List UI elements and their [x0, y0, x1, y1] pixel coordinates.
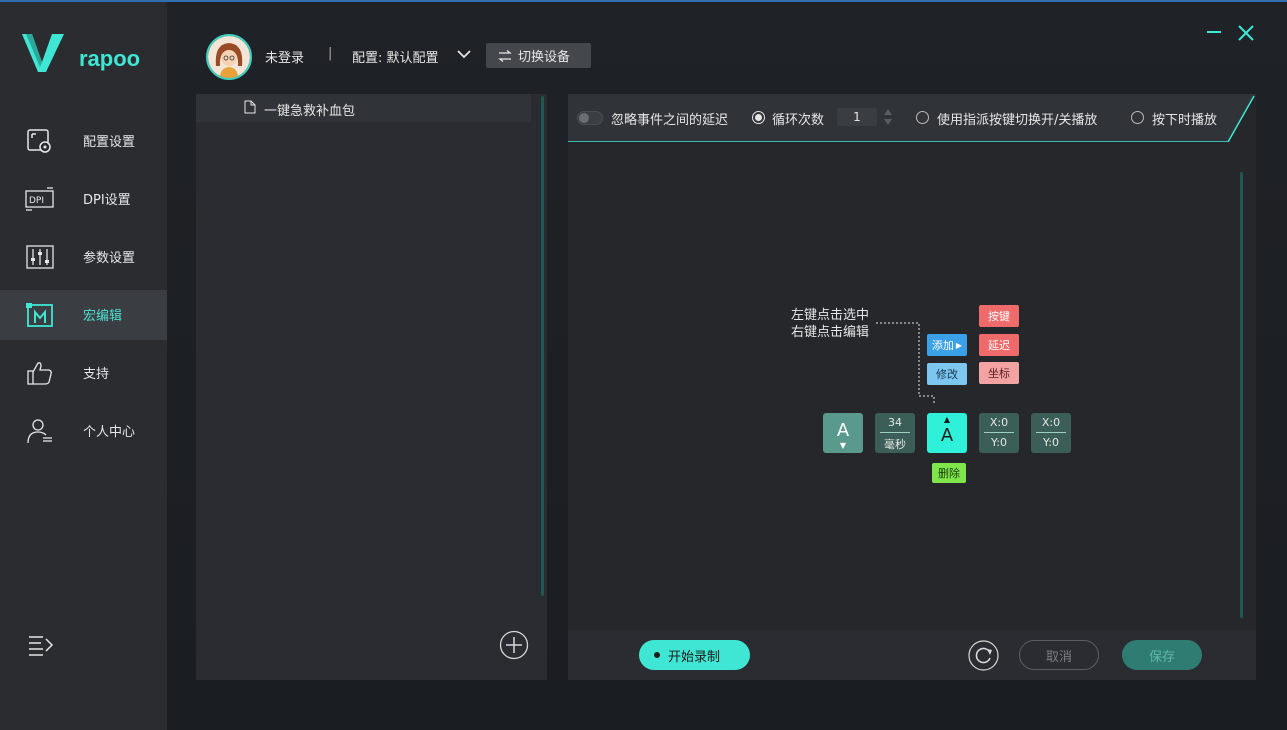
header-separator: | — [328, 46, 333, 61]
arrow-down-icon: ▼ — [839, 441, 847, 450]
add-menu-button[interactable]: 添加 ▶ — [927, 334, 967, 356]
list-scrollbar[interactable] — [541, 96, 544, 596]
config-icon — [27, 129, 51, 153]
dpi-icon-text: DPI — [29, 196, 44, 206]
macro-list-panel: 一键急救补血包 — [196, 94, 547, 680]
sidebar-item-support[interactable]: 支持 — [0, 348, 167, 398]
hint-line-1: 左键点击选中 — [791, 308, 870, 323]
app-window: rapoo 配置设置 DPI DPI设置 参数设置 宏编辑 支持 个人中心 未登… — [0, 0, 1287, 730]
press-play-radio[interactable] — [1131, 111, 1144, 124]
chevron-down-icon[interactable] — [456, 48, 472, 60]
sidebar-item-label: 宏编辑 — [83, 309, 123, 324]
coord-node[interactable]: X:0 Y:0 — [979, 413, 1019, 453]
switch-device-button[interactable]: 切换设备 — [486, 43, 591, 68]
delete-label: 删除 — [938, 467, 960, 480]
collapse-menu-icon[interactable] — [27, 632, 55, 658]
add-coord-label: 坐标 — [988, 367, 1010, 380]
sidebar-item-config[interactable]: 配置设置 — [0, 116, 167, 166]
sidebar-item-params[interactable]: 参数设置 — [0, 232, 167, 282]
key-down-node[interactable]: A ▼ — [823, 413, 863, 453]
hint-line-2: 右键点击编辑 — [791, 325, 870, 340]
switch-device-label: 切换设备 — [518, 50, 571, 65]
current-config-label[interactable]: 配置: 默认配置 — [352, 47, 439, 66]
macro-name: 一键急救补血包 — [264, 104, 356, 119]
sidebar-item-dpi[interactable]: DPI DPI设置 — [0, 174, 167, 224]
ignore-delay-toggle[interactable] — [577, 111, 603, 125]
sidebar-item-label: 配置设置 — [83, 135, 136, 150]
dpi-icon: DPI — [25, 187, 54, 211]
assign-toggle-label: 使用指派按键切换开/关播放 — [937, 113, 1098, 128]
avatar[interactable] — [206, 34, 252, 80]
canvas-hint: 左键点击选中 右键点击编辑 — [791, 307, 869, 341]
window-top-border — [0, 0, 1287, 2]
list-item[interactable]: 一键急救补血包 — [196, 94, 531, 122]
node-divider — [880, 432, 910, 433]
loop-count-stepper[interactable] — [883, 107, 893, 127]
avatar-image — [208, 36, 250, 78]
ignore-delay-label: 忽略事件之间的延迟 — [611, 113, 729, 128]
add-coord-button[interactable]: 坐标 — [979, 362, 1019, 384]
swap-icon — [498, 49, 512, 62]
add-key-button[interactable]: 按键 — [979, 305, 1019, 327]
key-up-node[interactable]: ▲ A — [927, 413, 967, 453]
refresh-icon[interactable] — [968, 640, 999, 671]
delay-unit: 毫秒 — [884, 438, 906, 451]
sidebar: rapoo 配置设置 DPI DPI设置 参数设置 宏编辑 支持 个人中心 — [0, 2, 167, 730]
user-name[interactable]: 未登录 — [265, 47, 304, 66]
thumbs-up-icon — [27, 362, 52, 385]
macro-editor: 忽略事件之间的延迟 循环次数 1 使用指派按键切换开/关播放 按下时播放 左键点… — [568, 94, 1256, 680]
record-dot-icon — [654, 652, 660, 658]
key-label: A — [940, 425, 954, 446]
coord-node[interactable]: X:0 Y:0 — [1031, 413, 1071, 453]
loop-count-radio[interactable] — [752, 111, 765, 124]
add-menu-label: 添加 — [931, 339, 954, 352]
caret-right-icon: ▶ — [955, 340, 963, 350]
save-label: 保存 — [1148, 649, 1175, 665]
add-delay-button[interactable]: 延迟 — [979, 334, 1019, 356]
rapoo-logo: rapoo — [22, 34, 140, 72]
start-record-button[interactable]: 开始录制 — [639, 640, 750, 670]
cancel-label: 取消 — [1045, 649, 1072, 665]
arrow-up-icon: ▲ — [943, 415, 951, 424]
macro-icon — [26, 303, 53, 327]
add-macro-icon[interactable] — [499, 630, 529, 660]
canvas-scrollbar[interactable] — [1240, 172, 1243, 618]
cancel-button[interactable]: 取消 — [1019, 640, 1099, 670]
assign-toggle-radio[interactable] — [916, 111, 929, 124]
start-record-label: 开始录制 — [668, 649, 721, 665]
sidebar-item-macro[interactable]: 宏编辑 — [0, 290, 167, 340]
coord-y: Y:0 — [991, 436, 1007, 449]
sidebar-item-label: 个人中心 — [83, 425, 136, 440]
modify-label: 修改 — [936, 368, 958, 381]
delay-value: 34 — [888, 416, 902, 429]
add-key-label: 按键 — [988, 310, 1010, 323]
coord-x: X:0 — [989, 416, 1009, 429]
user-icon — [27, 419, 52, 444]
press-play-label: 按下时播放 — [1152, 113, 1218, 128]
loop-count-input[interactable]: 1 — [837, 108, 877, 126]
sliders-icon — [26, 245, 54, 269]
node-divider — [1036, 432, 1066, 433]
save-button[interactable]: 保存 — [1122, 640, 1202, 670]
add-delay-label: 延迟 — [988, 339, 1010, 352]
sidebar-item-label: 参数设置 — [83, 251, 136, 266]
document-icon — [244, 100, 256, 114]
brand-name: rapoo — [79, 46, 140, 71]
delay-node[interactable]: 34 毫秒 — [875, 413, 915, 453]
key-label: A — [836, 420, 850, 441]
delete-button[interactable]: 删除 — [932, 463, 966, 483]
sidebar-item-profile[interactable]: 个人中心 — [0, 406, 167, 456]
loop-count-label: 循环次数 — [772, 113, 825, 128]
macro-toolbar: 忽略事件之间的延迟 循环次数 1 使用指派按键切换开/关播放 按下时播放 — [568, 94, 1256, 142]
editor-bottom-bar: 开始录制 取消 保存 — [568, 630, 1256, 680]
close-icon[interactable] — [1237, 24, 1255, 42]
node-divider — [984, 432, 1014, 433]
sidebar-item-label: 支持 — [83, 367, 110, 382]
minimize-icon[interactable] — [1206, 24, 1222, 40]
coord-x: X:0 — [1041, 416, 1061, 429]
modify-button[interactable]: 修改 — [927, 363, 967, 385]
coord-y: Y:0 — [1043, 436, 1059, 449]
sidebar-item-label: DPI设置 — [83, 193, 131, 208]
